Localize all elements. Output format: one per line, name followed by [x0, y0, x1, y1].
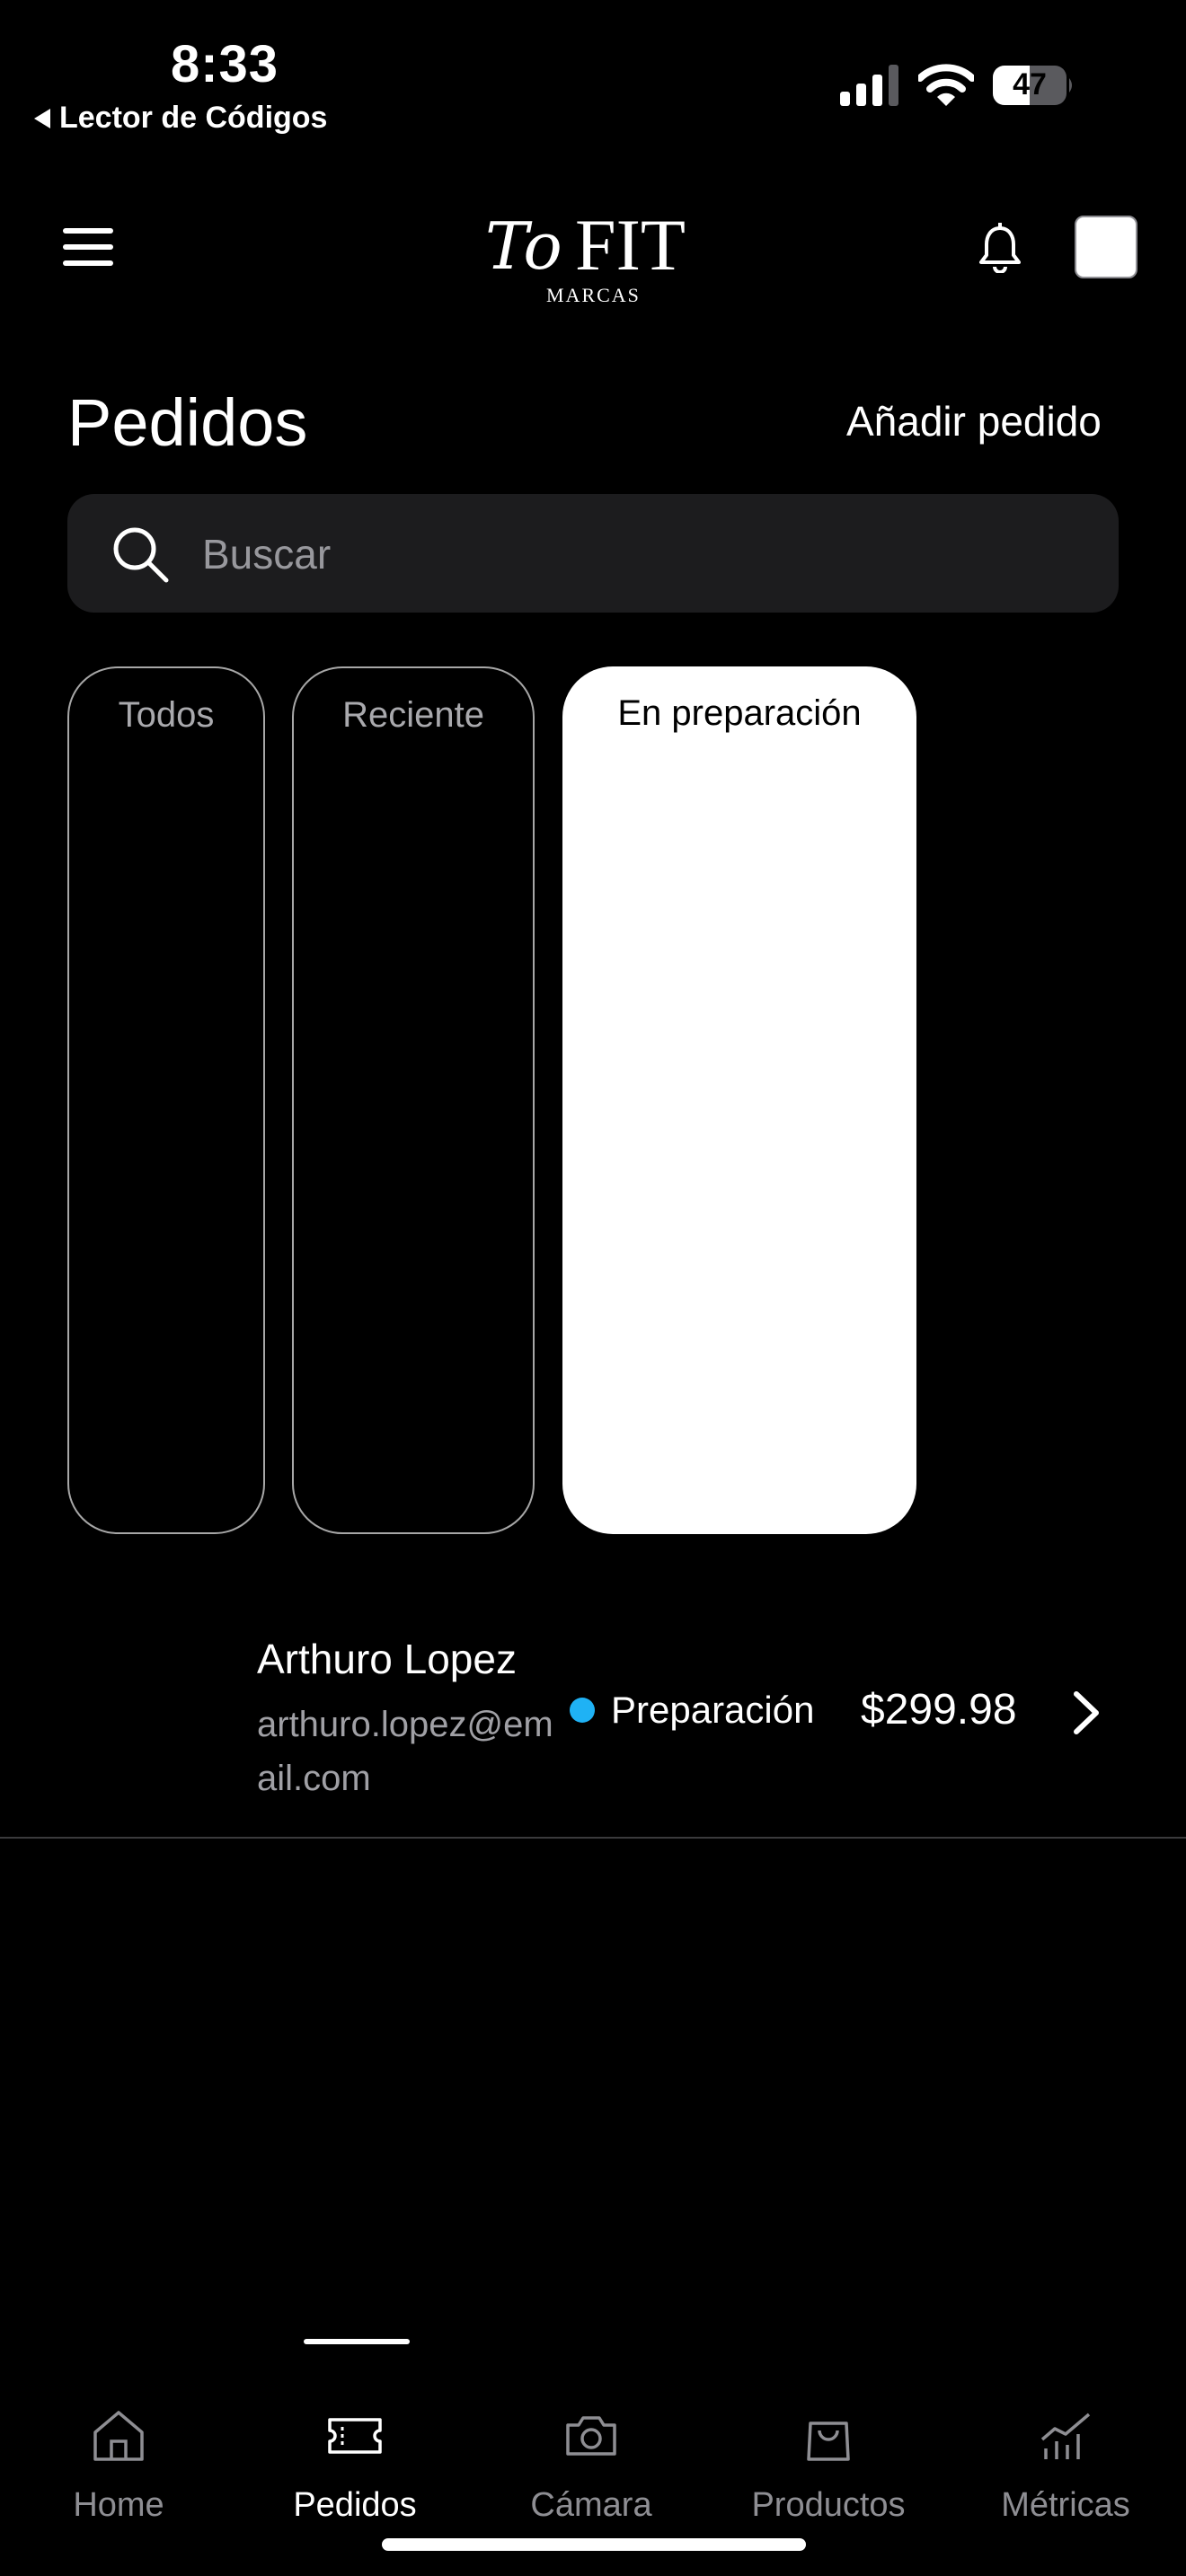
row-divider [0, 1837, 1186, 1839]
add-order-button[interactable]: Añadir pedido [846, 397, 1102, 446]
tab-pedidos[interactable]: Pedidos [265, 2407, 445, 2525]
status-dot-icon [570, 1698, 595, 1723]
page-title: Pedidos [67, 385, 308, 460]
tab-home[interactable]: Home [29, 2407, 208, 2525]
search-icon [113, 527, 169, 583]
tab-label: Métricas [1001, 2486, 1130, 2524]
tab-camara[interactable]: Cámara [501, 2407, 681, 2525]
filter-chip-label: En preparación [617, 693, 862, 733]
tab-metricas[interactable]: Métricas [976, 2407, 1155, 2525]
back-app-label: Lector de Códigos [59, 101, 328, 135]
chevron-right-icon[interactable] [1069, 1689, 1102, 1737]
customer-name: Arthuro Lopez [257, 1636, 517, 1682]
hamburger-menu-button[interactable] [63, 228, 113, 266]
status-time: 8:33 [170, 35, 279, 93]
active-tab-indicator [304, 2339, 410, 2344]
tab-label: Home [73, 2486, 164, 2524]
menu-line [63, 244, 113, 250]
home-indicator [382, 2538, 806, 2551]
tab-label: Pedidos [293, 2486, 417, 2524]
filter-chip-label: Todos [118, 695, 215, 735]
filter-chip-reciente[interactable]: Reciente [292, 666, 535, 1534]
order-amount: $299.98 [861, 1686, 1017, 1734]
menu-line [63, 228, 113, 234]
wifi-icon [918, 64, 974, 106]
logo-script: To [485, 208, 562, 284]
filter-chip-en-preparacion[interactable]: En preparación [562, 666, 916, 1534]
ticket-icon [328, 2418, 382, 2454]
customer-email: arthuro.lopez@email.com [257, 1705, 553, 1798]
battery-indicator: 47 [992, 65, 1075, 106]
menu-line [63, 260, 113, 266]
search-input[interactable] [200, 517, 1067, 591]
order-status-label: Preparación [611, 1689, 815, 1731]
home-icon [93, 2411, 144, 2461]
chart-icon [1040, 2413, 1091, 2459]
back-to-app-link[interactable]: Lector de Códigos [34, 101, 327, 136]
battery-level: 47 [1013, 67, 1047, 101]
search-bar[interactable] [67, 494, 1119, 613]
tab-label: Productos [751, 2486, 906, 2524]
profile-avatar[interactable] [1075, 216, 1137, 278]
camera-icon [566, 2416, 616, 2456]
brand-logo: To FIT MARCAS [476, 203, 710, 311]
filter-chip-todos[interactable]: Todos [67, 666, 265, 1534]
logo-sub: MARCAS [546, 284, 641, 306]
logo-main: FIT [575, 204, 686, 286]
tab-productos[interactable]: Productos [739, 2407, 918, 2525]
notifications-bell-icon[interactable] [978, 223, 1022, 273]
tab-label: Cámara [530, 2486, 652, 2524]
cellular-signal-icon [840, 65, 898, 106]
shopping-bag-icon [807, 2422, 850, 2461]
back-arrow-icon [34, 108, 50, 128]
order-status-badge: Preparación [570, 1689, 814, 1732]
filter-chip-label: Reciente [342, 695, 484, 735]
